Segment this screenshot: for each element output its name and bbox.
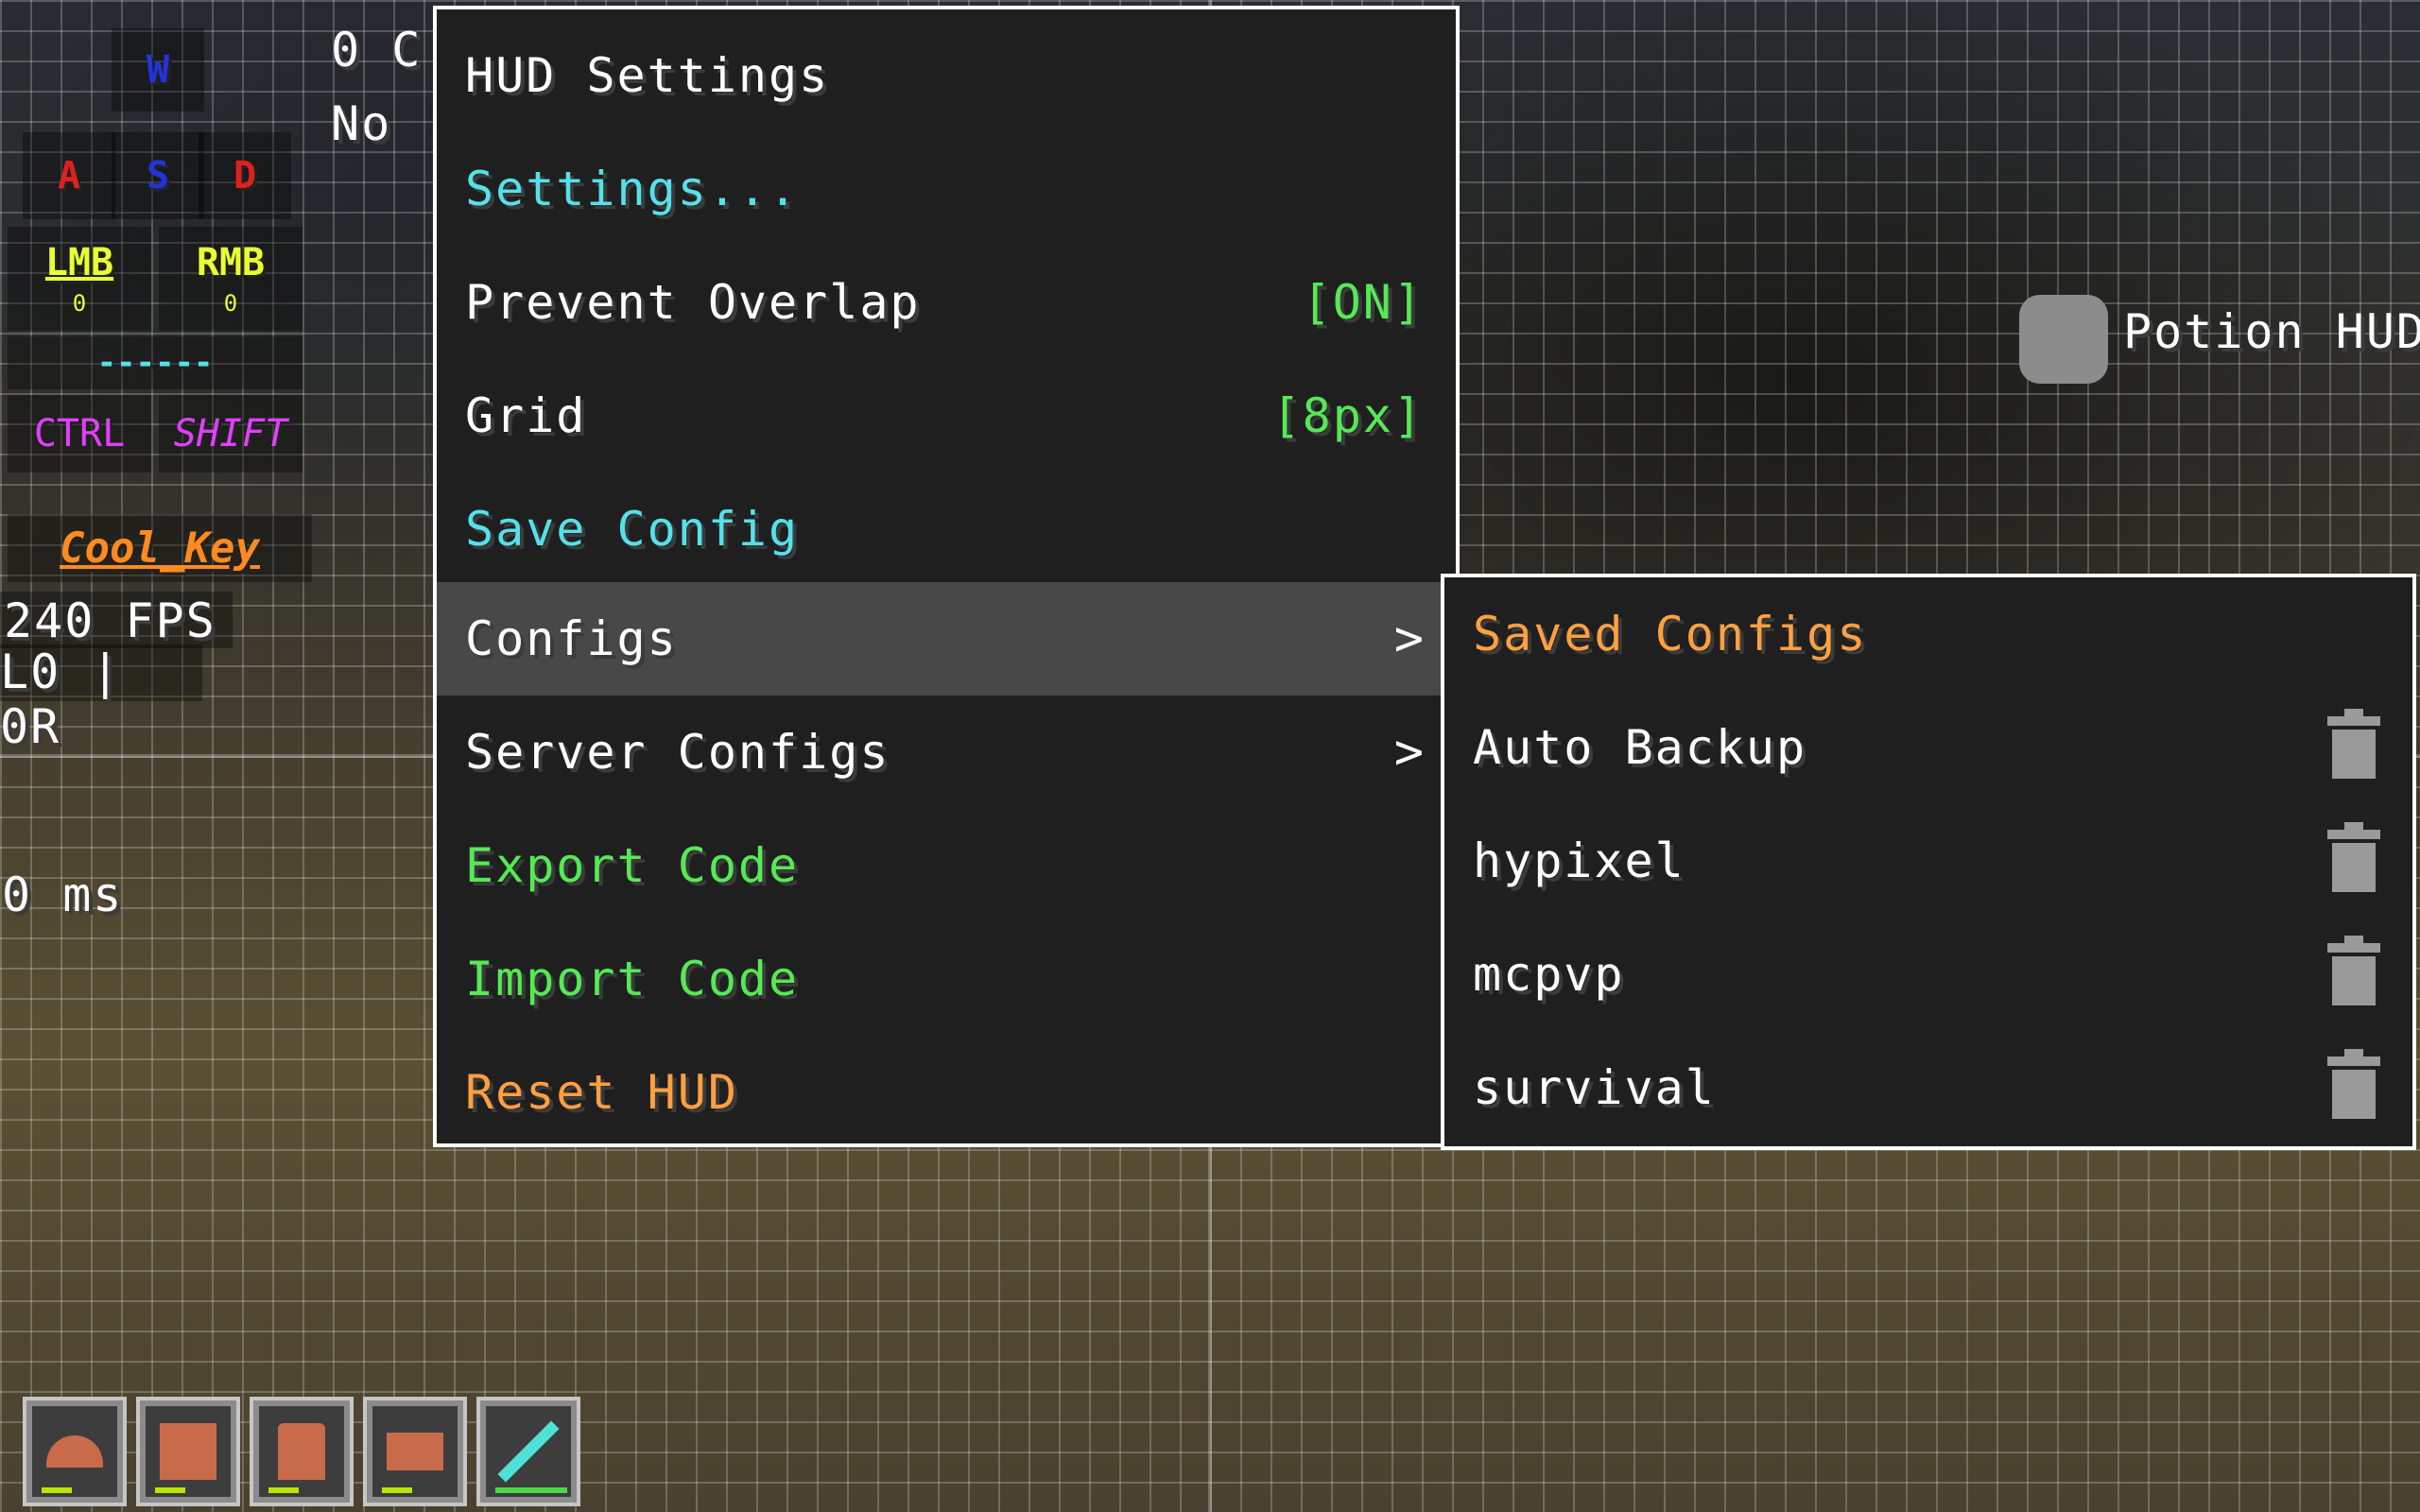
config-item-label: mcpvp [1473, 947, 1625, 1002]
chevron-right-icon: > [1393, 610, 1424, 667]
armor-slot-chestplate[interactable] [136, 1397, 240, 1506]
key-rmb-count: 0 [223, 290, 238, 317]
key-shift[interactable]: SHIFT [159, 395, 302, 472]
prevent-overlap-value: [ON] [1302, 275, 1424, 330]
chestplate-icon [160, 1423, 216, 1480]
hud-settings-menu: HUD Settings Settings... Prevent Overlap… [433, 6, 1460, 1147]
menu-item-label: Configs [465, 611, 678, 666]
ping-text[interactable]: 0 ms [2, 868, 123, 922]
key-a-label: A [57, 154, 81, 198]
key-d-label: D [233, 154, 257, 198]
menu-item-prevent-overlap[interactable]: Prevent Overlap [ON] [437, 246, 1456, 359]
player-name-widget[interactable]: Cool_Key [8, 514, 312, 582]
fps-text: 240 FPS [4, 593, 216, 648]
key-ctrl-label: CTRL [33, 412, 126, 455]
menu-item-configs[interactable]: Configs > [437, 582, 1456, 696]
menu-item-label: Export Code [465, 838, 800, 893]
key-s[interactable]: S [112, 132, 204, 219]
trash-icon[interactable] [2327, 936, 2380, 1005]
key-space[interactable]: ------ [8, 336, 302, 389]
key-a[interactable]: A [23, 132, 115, 219]
cps-widget[interactable]: L0 | 0R [0, 644, 202, 754]
armor-slot-sword[interactable] [476, 1397, 580, 1506]
durability-bar [382, 1487, 412, 1493]
key-d[interactable]: D [199, 132, 291, 219]
chevron-right-icon: > [1393, 724, 1424, 781]
potion-icon [2019, 295, 2108, 384]
menu-title-label: HUD Settings [465, 48, 830, 103]
diamond-sword-icon [497, 1420, 560, 1483]
config-item-survival[interactable]: survival [1444, 1031, 2412, 1144]
durability-bar [155, 1487, 185, 1493]
trash-icon[interactable] [2327, 1049, 2380, 1119]
armor-slot-leggings[interactable] [250, 1397, 354, 1506]
grid-value: [8px] [1271, 388, 1424, 443]
config-item-mcpvp[interactable]: mcpvp [1444, 918, 2412, 1031]
key-lmb[interactable]: LMB 0 [8, 227, 151, 331]
menu-item-label: Save Config [465, 502, 800, 557]
key-ctrl[interactable]: CTRL [8, 395, 151, 472]
config-item-label: Auto Backup [1473, 720, 1807, 775]
submenu-title: Saved Configs [1444, 577, 2412, 691]
durability-bar [495, 1487, 567, 1493]
key-shift-label: SHIFT [173, 412, 288, 455]
config-item-hypixel[interactable]: hypixel [1444, 804, 2412, 918]
menu-item-save-config[interactable]: Save Config [437, 472, 1456, 586]
key-w[interactable]: W [112, 28, 204, 112]
armor-slot-boots[interactable] [363, 1397, 467, 1506]
menu-item-grid[interactable]: Grid [8px] [437, 359, 1456, 472]
key-s-label: S [146, 154, 170, 198]
submenu-title-label: Saved Configs [1473, 607, 1868, 662]
menu-item-label: Reset HUD [465, 1065, 738, 1120]
key-lmb-count: 0 [72, 290, 87, 317]
durability-bar [42, 1487, 72, 1493]
menu-item-label: Grid [465, 388, 587, 443]
durability-bar [268, 1487, 299, 1493]
helmet-icon [46, 1435, 103, 1468]
menu-item-server-configs[interactable]: Server Configs > [437, 696, 1456, 809]
player-name: Cool_Key [60, 524, 260, 573]
direction-text[interactable]: No [331, 96, 391, 151]
coords-text[interactable]: 0 C [331, 23, 422, 77]
menu-item-export-code[interactable]: Export Code [437, 809, 1456, 922]
menu-item-label: Server Configs [465, 725, 890, 780]
menu-item-settings[interactable]: Settings... [437, 132, 1456, 246]
trash-icon[interactable] [2327, 822, 2380, 892]
config-item-label: survival [1473, 1060, 1716, 1115]
menu-item-label: Import Code [465, 952, 800, 1006]
key-w-label: W [146, 48, 170, 92]
armor-slot-helmet[interactable] [23, 1397, 127, 1506]
key-lmb-label: LMB [44, 241, 114, 284]
config-item-auto-backup[interactable]: Auto Backup [1444, 691, 2412, 804]
key-rmb-label: RMB [196, 241, 266, 284]
trash-icon[interactable] [2327, 709, 2380, 779]
leggings-icon [278, 1423, 325, 1480]
menu-item-label: Prevent Overlap [465, 275, 921, 330]
menu-item-import-code[interactable]: Import Code [437, 922, 1456, 1036]
config-item-label: hypixel [1473, 833, 1685, 888]
potion-hud-label: Potion HUD [2123, 304, 2420, 359]
menu-item-label: Settings... [465, 162, 800, 216]
fps-widget[interactable]: 240 FPS [0, 592, 233, 648]
boots-icon [387, 1433, 443, 1470]
cps-text: L0 | 0R [0, 644, 122, 754]
key-rmb[interactable]: RMB 0 [159, 227, 302, 331]
menu-item-reset-hud[interactable]: Reset HUD [437, 1036, 1456, 1149]
menu-title: HUD Settings [437, 19, 1456, 132]
saved-configs-submenu: Saved Configs Auto Backup hypixel mcpvp … [1441, 574, 2416, 1150]
key-space-label: ------ [96, 344, 214, 382]
